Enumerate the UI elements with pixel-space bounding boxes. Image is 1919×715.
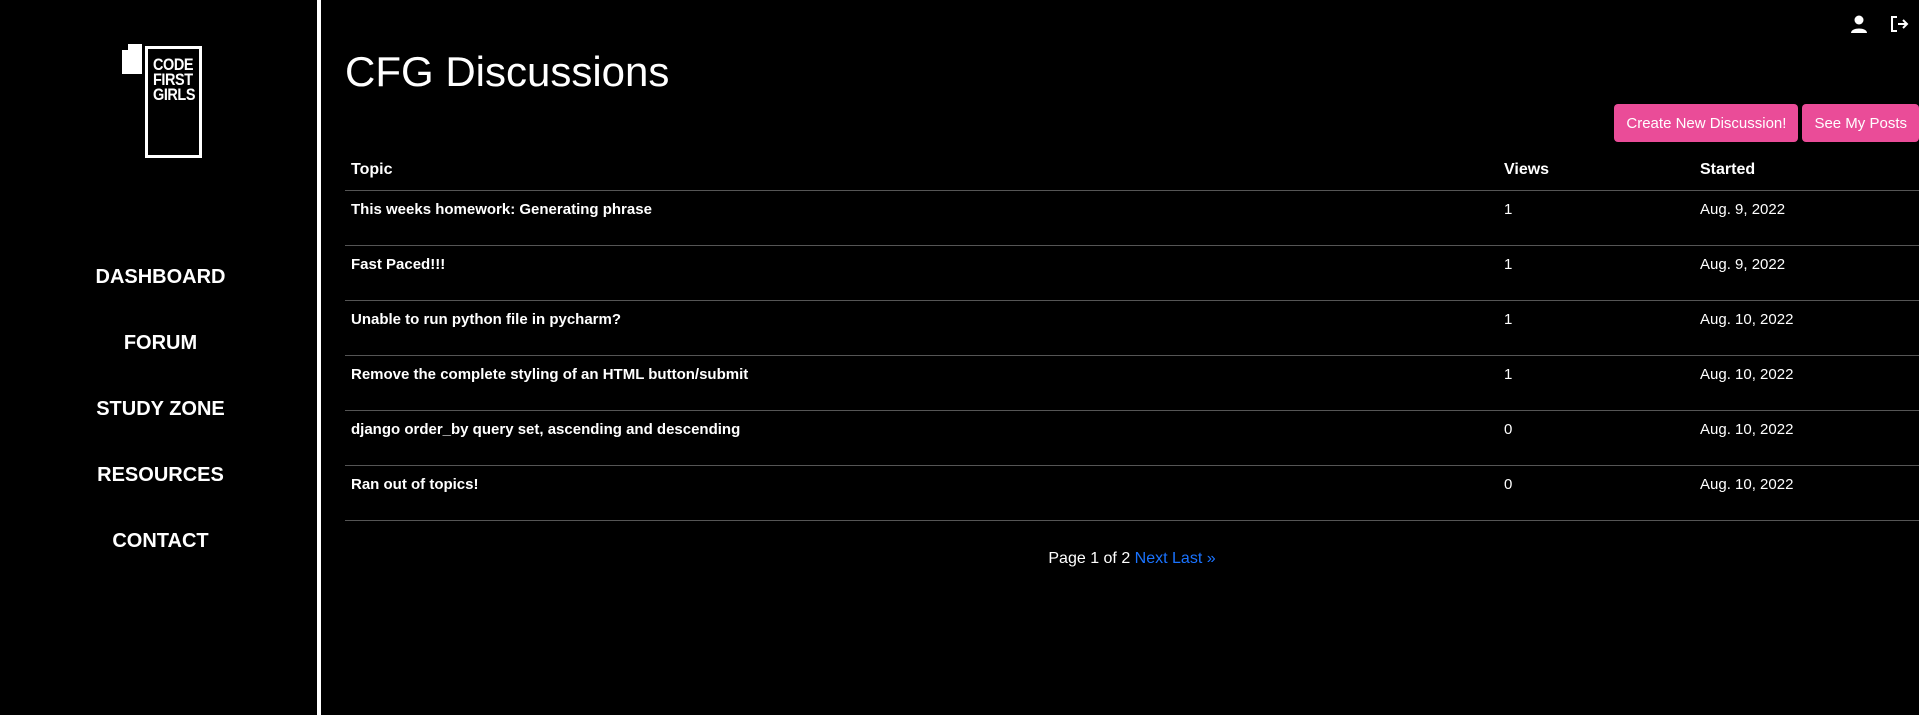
started-cell: Aug. 10, 2022 <box>1694 465 1919 521</box>
column-header-topic: Topic <box>345 150 1498 191</box>
logo-box: CODE FIRST GIRLS <box>145 46 202 158</box>
views-cell: 1 <box>1498 355 1694 411</box>
discussion-table: Topic Views Started This weeks homework:… <box>345 150 1919 521</box>
brand-logo[interactable]: CODE FIRST GIRLS <box>122 44 206 160</box>
table-row: Unable to run python file in pycharm? 1 … <box>345 300 1919 356</box>
create-discussion-button[interactable]: Create New Discussion! <box>1614 104 1799 142</box>
page-title: CFG Discussions <box>345 48 670 95</box>
nav-contact[interactable]: CONTACT <box>0 526 321 592</box>
pagination-status: Page 1 of 2 <box>1048 550 1131 567</box>
table-row: Remove the complete styling of an HTML b… <box>345 355 1919 411</box>
nav-study-zone[interactable]: STUDY ZONE <box>0 394 321 460</box>
views-cell: 0 <box>1498 465 1694 521</box>
nav-forum[interactable]: FORUM <box>0 328 321 394</box>
sidebar: CODE FIRST GIRLS DASHBOARD FORUM STUDY Z… <box>0 0 321 715</box>
views-cell: 1 <box>1498 245 1694 301</box>
topic-link[interactable]: Ran out of topics! <box>345 465 1498 521</box>
see-my-posts-button[interactable]: See My Posts <box>1802 104 1919 142</box>
topic-link[interactable]: This weeks homework: Generating phrase <box>345 190 1498 246</box>
started-cell: Aug. 9, 2022 <box>1694 190 1919 246</box>
nav-resources[interactable]: RESOURCES <box>0 460 321 526</box>
started-cell: Aug. 10, 2022 <box>1694 300 1919 356</box>
table-header-row: Topic Views Started <box>345 150 1919 191</box>
table-row: This weeks homework: Generating phrase 1… <box>345 190 1919 246</box>
topic-link[interactable]: Unable to run python file in pycharm? <box>345 300 1498 356</box>
started-cell: Aug. 10, 2022 <box>1694 410 1919 466</box>
table-row: Ran out of topics! 0 Aug. 10, 2022 <box>345 465 1919 521</box>
topic-link[interactable]: Fast Paced!!! <box>345 245 1498 301</box>
table-row: Fast Paced!!! 1 Aug. 9, 2022 <box>345 245 1919 301</box>
logo-word: GIRLS <box>153 85 196 104</box>
column-header-views: Views <box>1498 150 1694 191</box>
views-cell: 1 <box>1498 300 1694 356</box>
started-cell: Aug. 10, 2022 <box>1694 355 1919 411</box>
pagination-next-link[interactable]: Next <box>1135 550 1168 567</box>
views-cell: 1 <box>1498 190 1694 246</box>
table-row: django order_by query set, ascending and… <box>345 410 1919 466</box>
pagination: Page 1 of 2 Next Last » <box>345 550 1919 568</box>
column-header-started: Started <box>1694 150 1919 191</box>
started-cell: Aug. 9, 2022 <box>1694 245 1919 301</box>
logo-flag-icon <box>122 44 142 74</box>
main-content: CFG Discussions Create New Discussion! S… <box>345 0 1919 715</box>
pagination-last-link[interactable]: Last » <box>1172 550 1216 567</box>
topic-link[interactable]: django order_by query set, ascending and… <box>345 410 1498 466</box>
sidebar-nav: DASHBOARD FORUM STUDY ZONE RESOURCES CON… <box>0 262 321 592</box>
topic-link[interactable]: Remove the complete styling of an HTML b… <box>345 355 1498 411</box>
views-cell: 0 <box>1498 410 1694 466</box>
nav-dashboard[interactable]: DASHBOARD <box>0 262 321 328</box>
action-buttons: Create New Discussion! See My Posts <box>1614 104 1919 142</box>
